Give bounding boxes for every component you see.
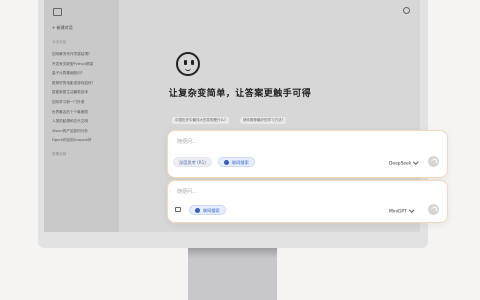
page-title: 让复杂变简单，让答案更触手可得 xyxy=(168,89,312,99)
sidebar: + 新建对话 今天对话 如何解决写作灵感枯竭? 开发有关新型Python框架 量… xyxy=(44,0,119,232)
suggestion-chip[interactable]: 请你推荐最好的学习方法? xyxy=(240,117,287,124)
prompt-input[interactable]: 随便问... xyxy=(177,188,197,195)
globe-icon xyxy=(195,207,200,213)
model-selector[interactable]: MiniGPT xyxy=(389,207,414,215)
history-item[interactable]: Vision的产品如何分析 xyxy=(52,127,116,137)
web-search-toggle[interactable]: 联网搜索 xyxy=(189,205,226,215)
smiley-logo-icon xyxy=(176,52,200,76)
history-item[interactable]: Figure的应用Scopeai好 xyxy=(52,136,116,146)
history-item[interactable]: 如何学习新一门外语 xyxy=(52,98,116,108)
history-item[interactable]: 世界著名的十个最美丽 xyxy=(52,108,116,118)
settings-icon[interactable] xyxy=(403,7,410,14)
chevron-down-icon xyxy=(409,207,414,213)
composer-secondary: 随便问... 联网搜索 MiniGPT xyxy=(167,180,448,223)
globe-icon xyxy=(224,159,229,165)
deep-think-toggle[interactable]: 深度思考 (R1) xyxy=(173,157,212,167)
web-search-toggle[interactable]: 联网搜索 xyxy=(218,157,255,167)
web-search-label: 联网搜索 xyxy=(203,208,220,213)
composer-primary: 随便问... 深度思考 (R1) 联网搜索 DeepSeek xyxy=(167,130,448,178)
model-name: DeepSeek xyxy=(389,161,412,167)
section-recent-label: 今天对话 xyxy=(52,40,67,44)
history-item[interactable]: 开发有关新型Python框架 xyxy=(52,60,116,70)
stand-shadow xyxy=(188,248,277,258)
prompt-input[interactable]: 随便问... xyxy=(177,138,197,145)
model-name: MiniGPT xyxy=(389,209,407,215)
history-item[interactable]: 人类的起源和古代文明 xyxy=(52,117,116,127)
view-all-link[interactable]: 查看全部 xyxy=(52,152,66,157)
sidebar-toggle-icon[interactable] xyxy=(53,8,62,16)
send-icon[interactable] xyxy=(428,156,439,167)
model-selector[interactable]: DeepSeek xyxy=(389,159,419,167)
web-search-label: 联网搜索 xyxy=(232,160,249,165)
attach-icon[interactable] xyxy=(175,207,181,212)
send-icon[interactable] xyxy=(428,204,439,215)
suggestion-chip[interactable]: 中国历史中最伟大的发明是什么? xyxy=(172,117,229,124)
history-item[interactable]: 如何解决写作灵感枯竭? xyxy=(52,50,116,60)
chevron-down-icon xyxy=(413,159,419,165)
history-item[interactable]: 量子计算基础知识? xyxy=(52,69,116,79)
new-chat-button[interactable]: + 新建对话 xyxy=(52,25,73,31)
